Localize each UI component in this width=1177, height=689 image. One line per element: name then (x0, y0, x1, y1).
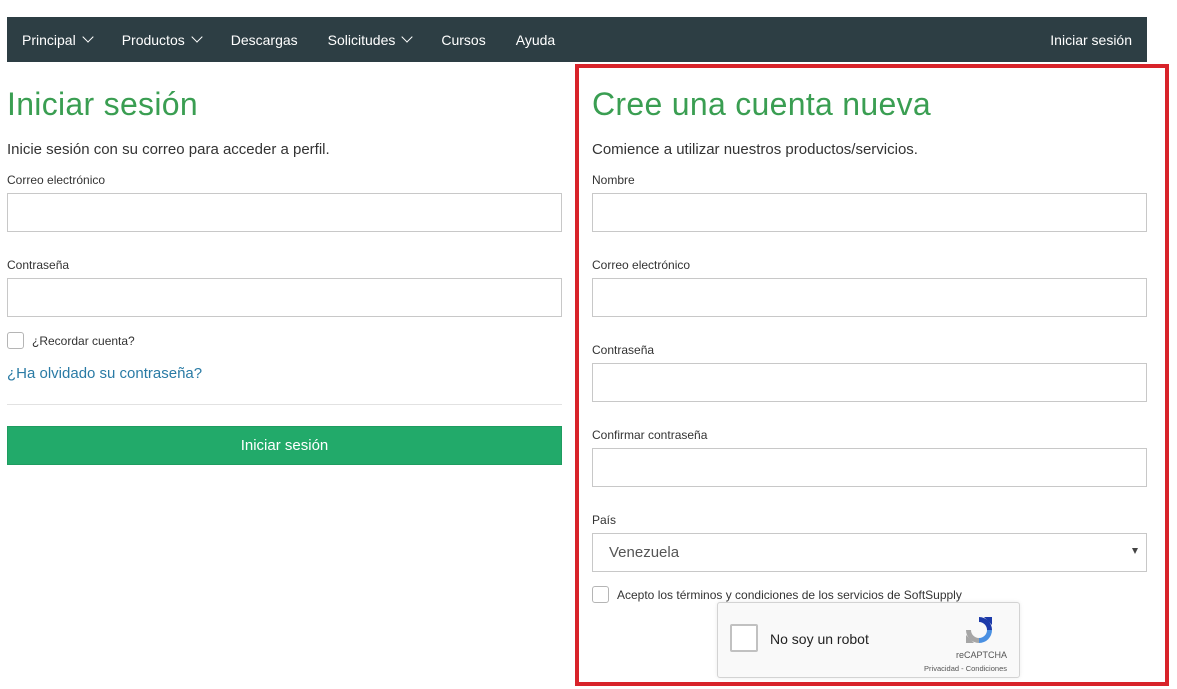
chevron-down-icon (191, 31, 203, 43)
register-subtitle: Comience a utilizar nuestros productos/s… (592, 141, 918, 158)
country-select[interactable]: Venezuela (592, 533, 1147, 572)
recaptcha-links[interactable]: Privacidad - Condiciones (924, 664, 1007, 673)
recaptcha-checkbox[interactable] (730, 624, 758, 652)
register-section: Cree una cuenta nueva Comience a utiliza… (592, 62, 1147, 603)
nav-item-principal[interactable]: Principal (22, 17, 94, 62)
register-email-label: Correo electrónico (592, 258, 691, 272)
nav-item-label: Solicitudes (327, 31, 396, 48)
recaptcha-logo-icon (966, 617, 992, 643)
login-password-label: Contraseña (7, 258, 70, 272)
login-email-input[interactable] (7, 193, 562, 232)
nav-item-label: Productos (121, 31, 185, 48)
chevron-down-icon (82, 31, 94, 43)
nav-item-label: Ayuda (515, 31, 556, 48)
remember-row: ¿Recordar cuenta? (7, 332, 562, 349)
terms-checkbox[interactable] (592, 586, 609, 603)
nav-menu: Principal Productos Descargas Solicitude… (22, 17, 585, 62)
register-password-input[interactable] (592, 363, 1147, 402)
remember-checkbox[interactable] (7, 332, 24, 349)
nav-item-cursos[interactable]: Cursos (441, 17, 485, 62)
nav-item-solicitudes[interactable]: Solicitudes (327, 17, 414, 62)
register-email-input[interactable] (592, 278, 1147, 317)
nav-item-label: Principal (22, 31, 76, 48)
recaptcha-brand: reCAPTCHA (955, 650, 1007, 660)
register-name-input[interactable] (592, 193, 1147, 232)
caret-down-icon (1132, 548, 1138, 554)
register-confirm-label: Confirmar contraseña (592, 428, 708, 442)
chevron-down-icon (401, 31, 414, 43)
recaptcha-widget: No soy un robot reCAPTCHA Privacidad - C… (717, 602, 1020, 678)
login-email-label: Correo electrónico (7, 173, 106, 187)
login-subtitle: Inicie sesión con su correo para acceder… (7, 141, 330, 158)
nav-item-descargas[interactable]: Descargas (231, 17, 298, 62)
register-name-label: Nombre (592, 173, 635, 187)
terms-label: Acepto los términos y condiciones de los… (617, 587, 962, 602)
recaptcha-label: No soy un robot (770, 631, 869, 647)
register-title: Cree una cuenta nueva (592, 86, 931, 122)
nav-item-productos[interactable]: Productos (121, 17, 203, 62)
top-navbar: Principal Productos Descargas Solicitude… (7, 17, 1147, 62)
nav-item-ayuda[interactable]: Ayuda (516, 17, 555, 62)
nav-item-label: Cursos (441, 31, 486, 48)
register-password-label: Contraseña (592, 343, 655, 357)
register-country-label: País (592, 513, 617, 527)
divider (7, 404, 562, 405)
login-submit-button[interactable]: Iniciar sesión (7, 426, 562, 465)
forgot-password-link[interactable]: ¿Ha olvidado su contraseña? (7, 365, 562, 382)
register-confirm-input[interactable] (592, 448, 1147, 487)
nav-login-link[interactable]: Iniciar sesión (1050, 32, 1132, 48)
nav-item-label: Descargas (230, 31, 298, 48)
remember-label: ¿Recordar cuenta? (32, 333, 135, 348)
login-password-input[interactable] (7, 278, 562, 317)
country-select-value: Venezuela (609, 544, 680, 561)
terms-row: Acepto los términos y condiciones de los… (592, 586, 1147, 603)
login-section: Iniciar sesión Inicie sesión con su corr… (7, 62, 562, 465)
login-title: Iniciar sesión (7, 86, 198, 122)
